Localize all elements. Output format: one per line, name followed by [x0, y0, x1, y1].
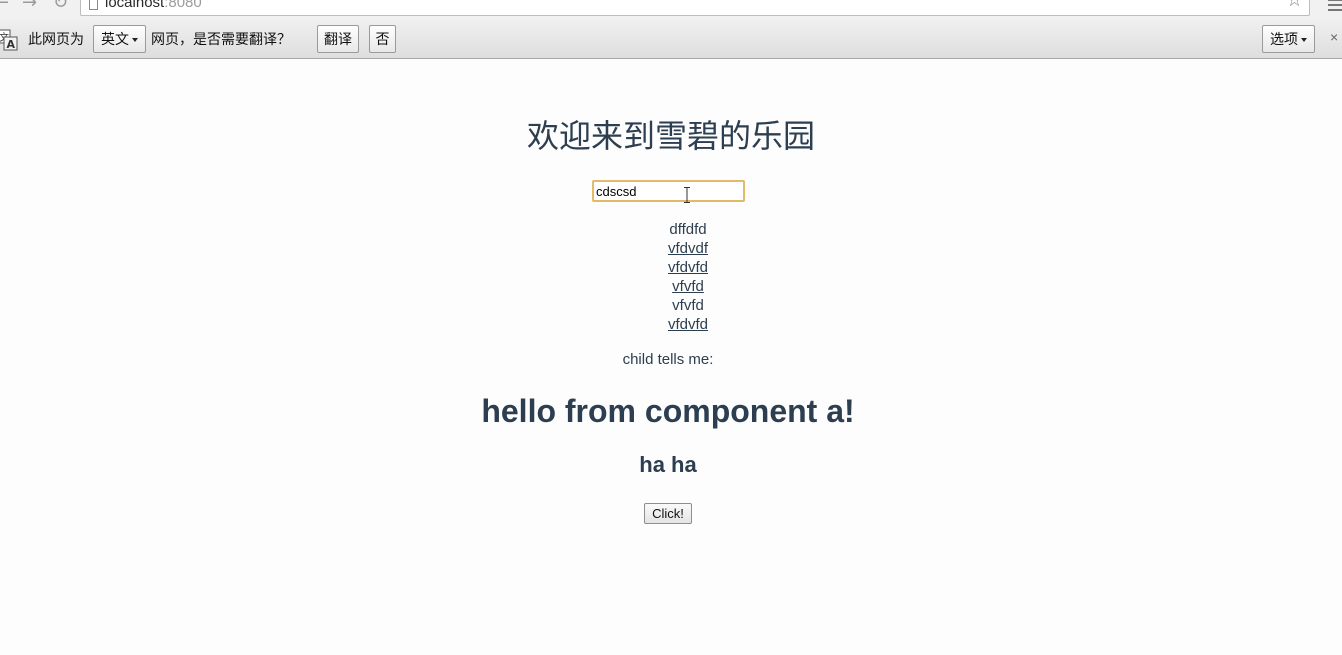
close-icon[interactable]: × [1330, 29, 1338, 46]
list-item-link[interactable]: vfdvfd [0, 258, 1342, 277]
click-button[interactable]: Click! [644, 503, 692, 524]
options-label: 选项 [1270, 31, 1298, 47]
text-input[interactable] [592, 180, 745, 202]
component-subhead: ha ha [639, 452, 697, 477]
address-bar: ← → ↻ localhost:8080 ☆ [0, 0, 1342, 19]
options-dropdown[interactable]: 选项 [1262, 25, 1315, 53]
translate-icon: 文 A [0, 29, 18, 51]
no-button[interactable]: 否 [369, 25, 396, 53]
infobar-prefix: 此网页为 [28, 31, 84, 47]
text-cursor-icon [684, 187, 690, 203]
forward-arrow-icon[interactable]: → [22, 0, 37, 13]
reload-icon[interactable]: ↻ [53, 0, 68, 13]
url-port: :8080 [164, 0, 202, 11]
component-headline: hello from component a! [481, 393, 855, 429]
child-message-label: child tells me: [622, 351, 714, 368]
list-item-link[interactable]: vfdvfd [0, 315, 1342, 334]
url-host: localhost [105, 0, 165, 11]
page-icon [89, 0, 98, 10]
list-item: dffdfd [669, 221, 707, 238]
star-icon[interactable]: ☆ [1286, 0, 1303, 11]
translate-infobar: 文 A 此网页为 英文 网页，是否需要翻译？ 翻译 否 选项 × [0, 19, 1342, 59]
list-item-link[interactable]: vfvfd [0, 277, 1342, 296]
language-select-label: 英文 [101, 31, 129, 47]
item-list: dffdfd vfdvdf vfdvfd vfvfd vfvfd vfdvfd [0, 220, 1342, 334]
page-title: 欢迎来到雪碧的乐园 [526, 118, 815, 154]
url-field[interactable]: localhost:8080 ☆ [80, 0, 1310, 16]
back-arrow-icon[interactable]: ← [0, 0, 9, 13]
infobar-question: 网页，是否需要翻译？ [151, 31, 291, 47]
list-item-link[interactable]: vfdvdf [0, 239, 1342, 258]
list-item: vfvfd [672, 297, 704, 314]
chevron-down-icon [132, 38, 138, 43]
svg-text:A: A [7, 38, 16, 51]
hamburger-menu-icon[interactable] [1328, 0, 1342, 14]
url-text: localhost:8080 [105, 0, 202, 12]
translate-button[interactable]: 翻译 [317, 25, 359, 53]
language-select[interactable]: 英文 [93, 25, 146, 53]
chevron-down-icon [1301, 38, 1307, 43]
